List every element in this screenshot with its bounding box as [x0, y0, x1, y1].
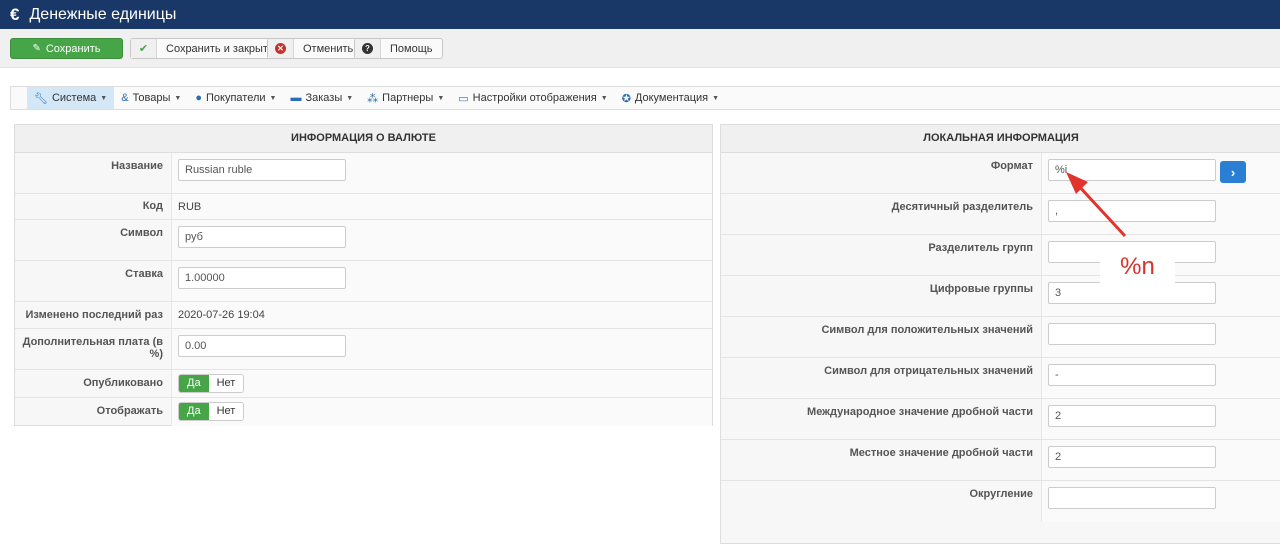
annotation-arrow [1066, 172, 1127, 238]
annotation-label: %n [1100, 250, 1175, 283]
